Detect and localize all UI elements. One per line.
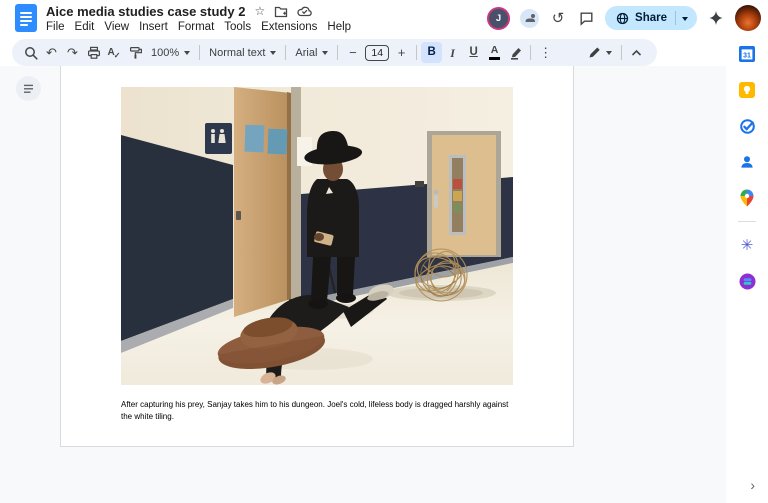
zoom-select[interactable]: 100% [146, 42, 195, 63]
increase-font-size-icon[interactable]: + [391, 42, 412, 63]
cloud-status-icon[interactable] [297, 5, 312, 17]
menu-tools[interactable]: Tools [224, 21, 251, 33]
menu-edit[interactable]: Edit [75, 21, 95, 33]
pen-icon [589, 47, 600, 58]
font-select[interactable]: Arial [290, 42, 333, 63]
keep-icon[interactable] [738, 81, 756, 99]
chevron-down-icon [322, 51, 329, 58]
show-side-panel-button[interactable]: › [750, 478, 755, 492]
toolbar: ↶ ↷ A ✓ 100% Normal text Arial − 14 + B I… [12, 39, 657, 66]
calendar-icon[interactable]: 31 [738, 45, 756, 63]
menu-help[interactable]: Help [327, 21, 351, 33]
italic-button[interactable]: I [442, 42, 463, 63]
rail-divider [738, 221, 756, 222]
document-page[interactable]: After capturing his prey, Sanjay takes h… [60, 66, 574, 447]
google-docs-app: Aice media studies case study 2 ☆ File E… [0, 0, 768, 503]
document-outline-button[interactable] [16, 76, 41, 101]
globe-icon [616, 12, 629, 24]
chevron-down-icon [184, 51, 191, 58]
star-icon[interactable]: ☆ [254, 5, 265, 17]
anonymous-viewer-icon[interactable] [520, 8, 540, 28]
side-panel-rail: 31 ✳ [726, 36, 768, 503]
toolbar-divider [416, 45, 418, 60]
share-label: Share [635, 12, 667, 24]
menu-view[interactable]: View [104, 21, 129, 33]
document-canvas: After capturing his prey, Sanjay takes h… [0, 66, 726, 503]
search-menus-icon[interactable] [20, 42, 41, 63]
comments-icon[interactable] [577, 9, 595, 27]
more-options-icon[interactable]: ⋮ [535, 42, 556, 63]
document-image[interactable] [121, 87, 513, 385]
spellcheck-icon[interactable]: A ✓ [104, 42, 125, 63]
share-divider [675, 11, 676, 25]
svg-text:31: 31 [743, 52, 751, 59]
gemini-icon[interactable] [707, 9, 725, 27]
text-color-button[interactable]: A [484, 42, 505, 63]
hide-menus-icon[interactable] [626, 42, 647, 63]
chevron-down-icon [270, 51, 277, 58]
toolbar-divider [530, 45, 532, 60]
underline-button[interactable]: U [463, 42, 484, 63]
menu-insert[interactable]: Insert [139, 21, 168, 33]
redo-icon[interactable]: ↷ [62, 42, 83, 63]
tasks-icon[interactable] [738, 117, 756, 135]
version-history-icon[interactable]: ↺ [549, 9, 567, 27]
contacts-icon[interactable] [738, 153, 756, 171]
hallway-photo-illustration [121, 87, 513, 385]
profile-avatar[interactable] [735, 5, 761, 31]
text-color-swatch [489, 56, 501, 60]
addon-purple-icon[interactable] [738, 272, 756, 290]
collaborator-avatar[interactable]: J [487, 6, 511, 30]
maps-icon[interactable] [738, 189, 756, 207]
addon-flower-icon[interactable]: ✳ [738, 236, 756, 254]
print-icon[interactable] [83, 42, 104, 63]
toolbar-divider [621, 45, 622, 60]
font-size-field[interactable]: 14 [365, 44, 390, 61]
editing-mode-select[interactable] [583, 42, 617, 63]
decrease-font-size-icon[interactable]: − [342, 42, 363, 63]
bold-button[interactable]: B [421, 42, 443, 63]
toolbar-divider [337, 45, 339, 60]
paint-format-icon[interactable] [125, 42, 146, 63]
toolbar-divider [285, 45, 287, 60]
undo-icon[interactable]: ↶ [41, 42, 62, 63]
docs-logo-icon[interactable] [15, 4, 37, 32]
highlight-color-icon[interactable] [505, 42, 526, 63]
document-title[interactable]: Aice media studies case study 2 [46, 4, 245, 19]
move-folder-icon[interactable] [274, 5, 288, 18]
menu-extensions[interactable]: Extensions [261, 21, 317, 33]
image-caption[interactable]: After capturing his prey, Sanjay takes h… [121, 399, 513, 423]
menu-bar: File Edit View Insert Format Tools Exten… [46, 21, 351, 33]
menu-file[interactable]: File [46, 21, 65, 33]
title-block: Aice media studies case study 2 ☆ File E… [46, 0, 351, 34]
chevron-down-icon [606, 51, 612, 58]
share-dropdown-caret[interactable] [682, 16, 688, 24]
share-button[interactable]: Share [605, 6, 697, 30]
toolbar-divider [199, 45, 201, 60]
menu-format[interactable]: Format [178, 21, 214, 33]
header: Aice media studies case study 2 ☆ File E… [0, 0, 768, 36]
paragraph-style-select[interactable]: Normal text [204, 42, 281, 63]
header-actions: J ↺ Share [487, 0, 761, 36]
